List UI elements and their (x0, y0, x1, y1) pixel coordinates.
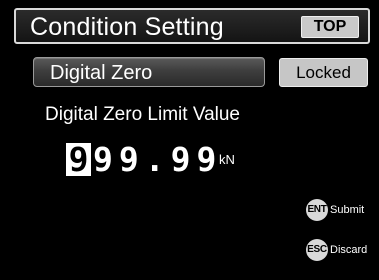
discard-label: Discard (330, 244, 368, 256)
value-unit: kN (219, 152, 235, 167)
value-digits: 99.99 (93, 140, 223, 179)
submit-label: Submit (330, 204, 365, 216)
condition-setting-screen: Condition Setting TOP Digital Zero Locke… (0, 0, 379, 280)
value-input[interactable]: 9 99.99 (66, 136, 222, 176)
submit-softkey[interactable]: ENT Submit (306, 199, 364, 221)
digital-zero-label: Digital Zero (50, 62, 153, 84)
discard-softkey[interactable]: ESC Discard (306, 239, 367, 261)
value-field-label: Digital Zero Limit Value (45, 104, 241, 125)
ent-key-icon[interactable]: ENT (306, 199, 328, 221)
locked-status-button[interactable]: Locked (279, 58, 368, 87)
value-cursor-digit[interactable]: 9 (66, 143, 91, 176)
header-bar: Condition Setting TOP (14, 8, 370, 44)
esc-key-icon[interactable]: ESC (306, 239, 328, 261)
digital-zero-button[interactable]: Digital Zero (33, 57, 265, 87)
page-title: Condition Setting (30, 13, 224, 41)
top-button[interactable]: TOP (301, 16, 359, 38)
